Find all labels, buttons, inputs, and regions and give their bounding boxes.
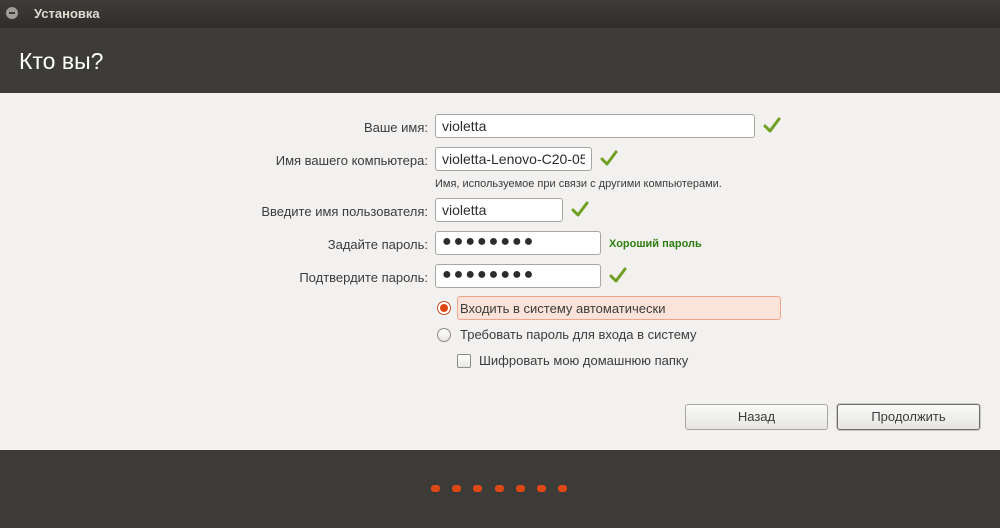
close-icon[interactable] [5, 6, 19, 20]
name-label: Ваше имя: [363, 120, 428, 135]
form-area: Ваше имя: Имя вашего компьютера: Имя, ис… [0, 93, 1000, 450]
computer-name-label: Имя вашего компьютера: [275, 153, 428, 168]
name-valid-check-icon [763, 117, 781, 133]
progress-dot [452, 485, 461, 492]
progress-dot [537, 485, 546, 492]
progress-dot [558, 485, 567, 492]
encrypt-home-checkbox[interactable] [457, 354, 471, 368]
confirm-password-label: Подтвердите пароль: [299, 270, 428, 285]
name-input[interactable] [435, 114, 755, 138]
require-password-radio[interactable] [437, 328, 451, 342]
computer-name-input[interactable] [435, 147, 592, 171]
page-title: Кто вы? [19, 48, 104, 74]
encrypt-home-label[interactable]: Шифровать мою домашнюю папку [479, 353, 688, 368]
confirm-password-input[interactable]: ●●●●●●●● [435, 264, 601, 288]
progress-dot [473, 485, 482, 492]
progress-footer [0, 450, 1000, 528]
confirm-password-valid-check-icon [609, 267, 627, 283]
window-title: Установка [34, 6, 100, 21]
password-strength: Хороший пароль [609, 238, 702, 250]
continue-button[interactable]: Продолжить [837, 404, 980, 430]
window-titlebar: Установка [0, 0, 1000, 28]
password-input[interactable]: ●●●●●●●● [435, 231, 601, 255]
username-valid-check-icon [571, 201, 589, 217]
username-label: Введите имя пользователя: [261, 204, 428, 219]
auto-login-label[interactable]: Входить в систему автоматически [460, 301, 665, 316]
page-header: Кто вы? [0, 28, 1000, 93]
computer-name-hint: Имя, используемое при связи с другими ко… [435, 178, 722, 190]
back-button[interactable]: Назад [685, 404, 828, 430]
progress-dot [495, 485, 504, 492]
auto-login-radio[interactable] [437, 301, 451, 315]
progress-dot [431, 485, 440, 492]
progress-dot [516, 485, 525, 492]
require-password-label[interactable]: Требовать пароль для входа в систему [460, 327, 697, 342]
username-input[interactable] [435, 198, 563, 222]
computer-name-valid-check-icon [600, 150, 618, 166]
password-label: Задайте пароль: [327, 237, 428, 252]
